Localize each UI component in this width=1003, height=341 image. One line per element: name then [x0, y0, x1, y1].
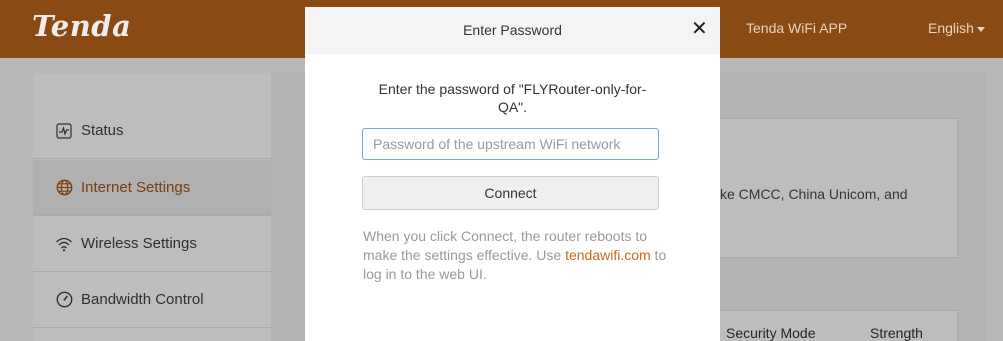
dialog-title-bar: Enter Password ✕	[305, 7, 720, 54]
wifi-icon	[55, 235, 73, 253]
tendawifi-link[interactable]: tendawifi.com	[565, 247, 651, 263]
isp-info-text: ke CMCC, China Unicom, and	[720, 186, 908, 202]
enter-password-dialog: Enter Password ✕ Enter the password of "…	[305, 7, 720, 341]
globe-icon	[55, 179, 73, 197]
sidebar-item-label: Internet Settings	[81, 179, 191, 196]
connect-note: When you click Connect, the router reboo…	[363, 227, 673, 284]
gauge-icon	[55, 291, 73, 309]
sidebar-item-label: Status	[81, 122, 124, 139]
caret-down-icon	[976, 26, 985, 32]
tenda-logo[interactable]: Tenda	[32, 9, 131, 43]
sidebar-item-bandwidth-control[interactable]: Bandwidth Control	[33, 272, 271, 328]
password-prompt: Enter the password of "FLYRouter-only-fo…	[378, 81, 647, 115]
language-label: English	[928, 20, 974, 36]
close-icon[interactable]: ✕	[691, 19, 708, 39]
sidebar-item-internet-settings[interactable]: Internet Settings	[33, 160, 271, 216]
sidebar-item-wireless-settings[interactable]: Wireless Settings	[33, 216, 271, 272]
status-chart-icon	[55, 122, 73, 140]
dialog-title: Enter Password	[463, 22, 562, 38]
column-header-strength: Strength	[870, 325, 923, 341]
sidebar-item-label: Wireless Settings	[81, 235, 197, 252]
tenda-wifi-app-link[interactable]: Tenda WiFi APP	[746, 20, 847, 36]
language-select[interactable]: English	[928, 20, 985, 36]
sidebar-item-status[interactable]: Status	[33, 103, 271, 159]
password-input[interactable]	[362, 128, 659, 160]
sidebar: Status Internet Settings Wireless Settin…	[33, 73, 271, 341]
connect-button[interactable]: Connect	[362, 176, 659, 210]
column-header-security-mode: Security Mode	[726, 325, 816, 341]
sidebar-item-label: Bandwidth Control	[81, 291, 204, 308]
